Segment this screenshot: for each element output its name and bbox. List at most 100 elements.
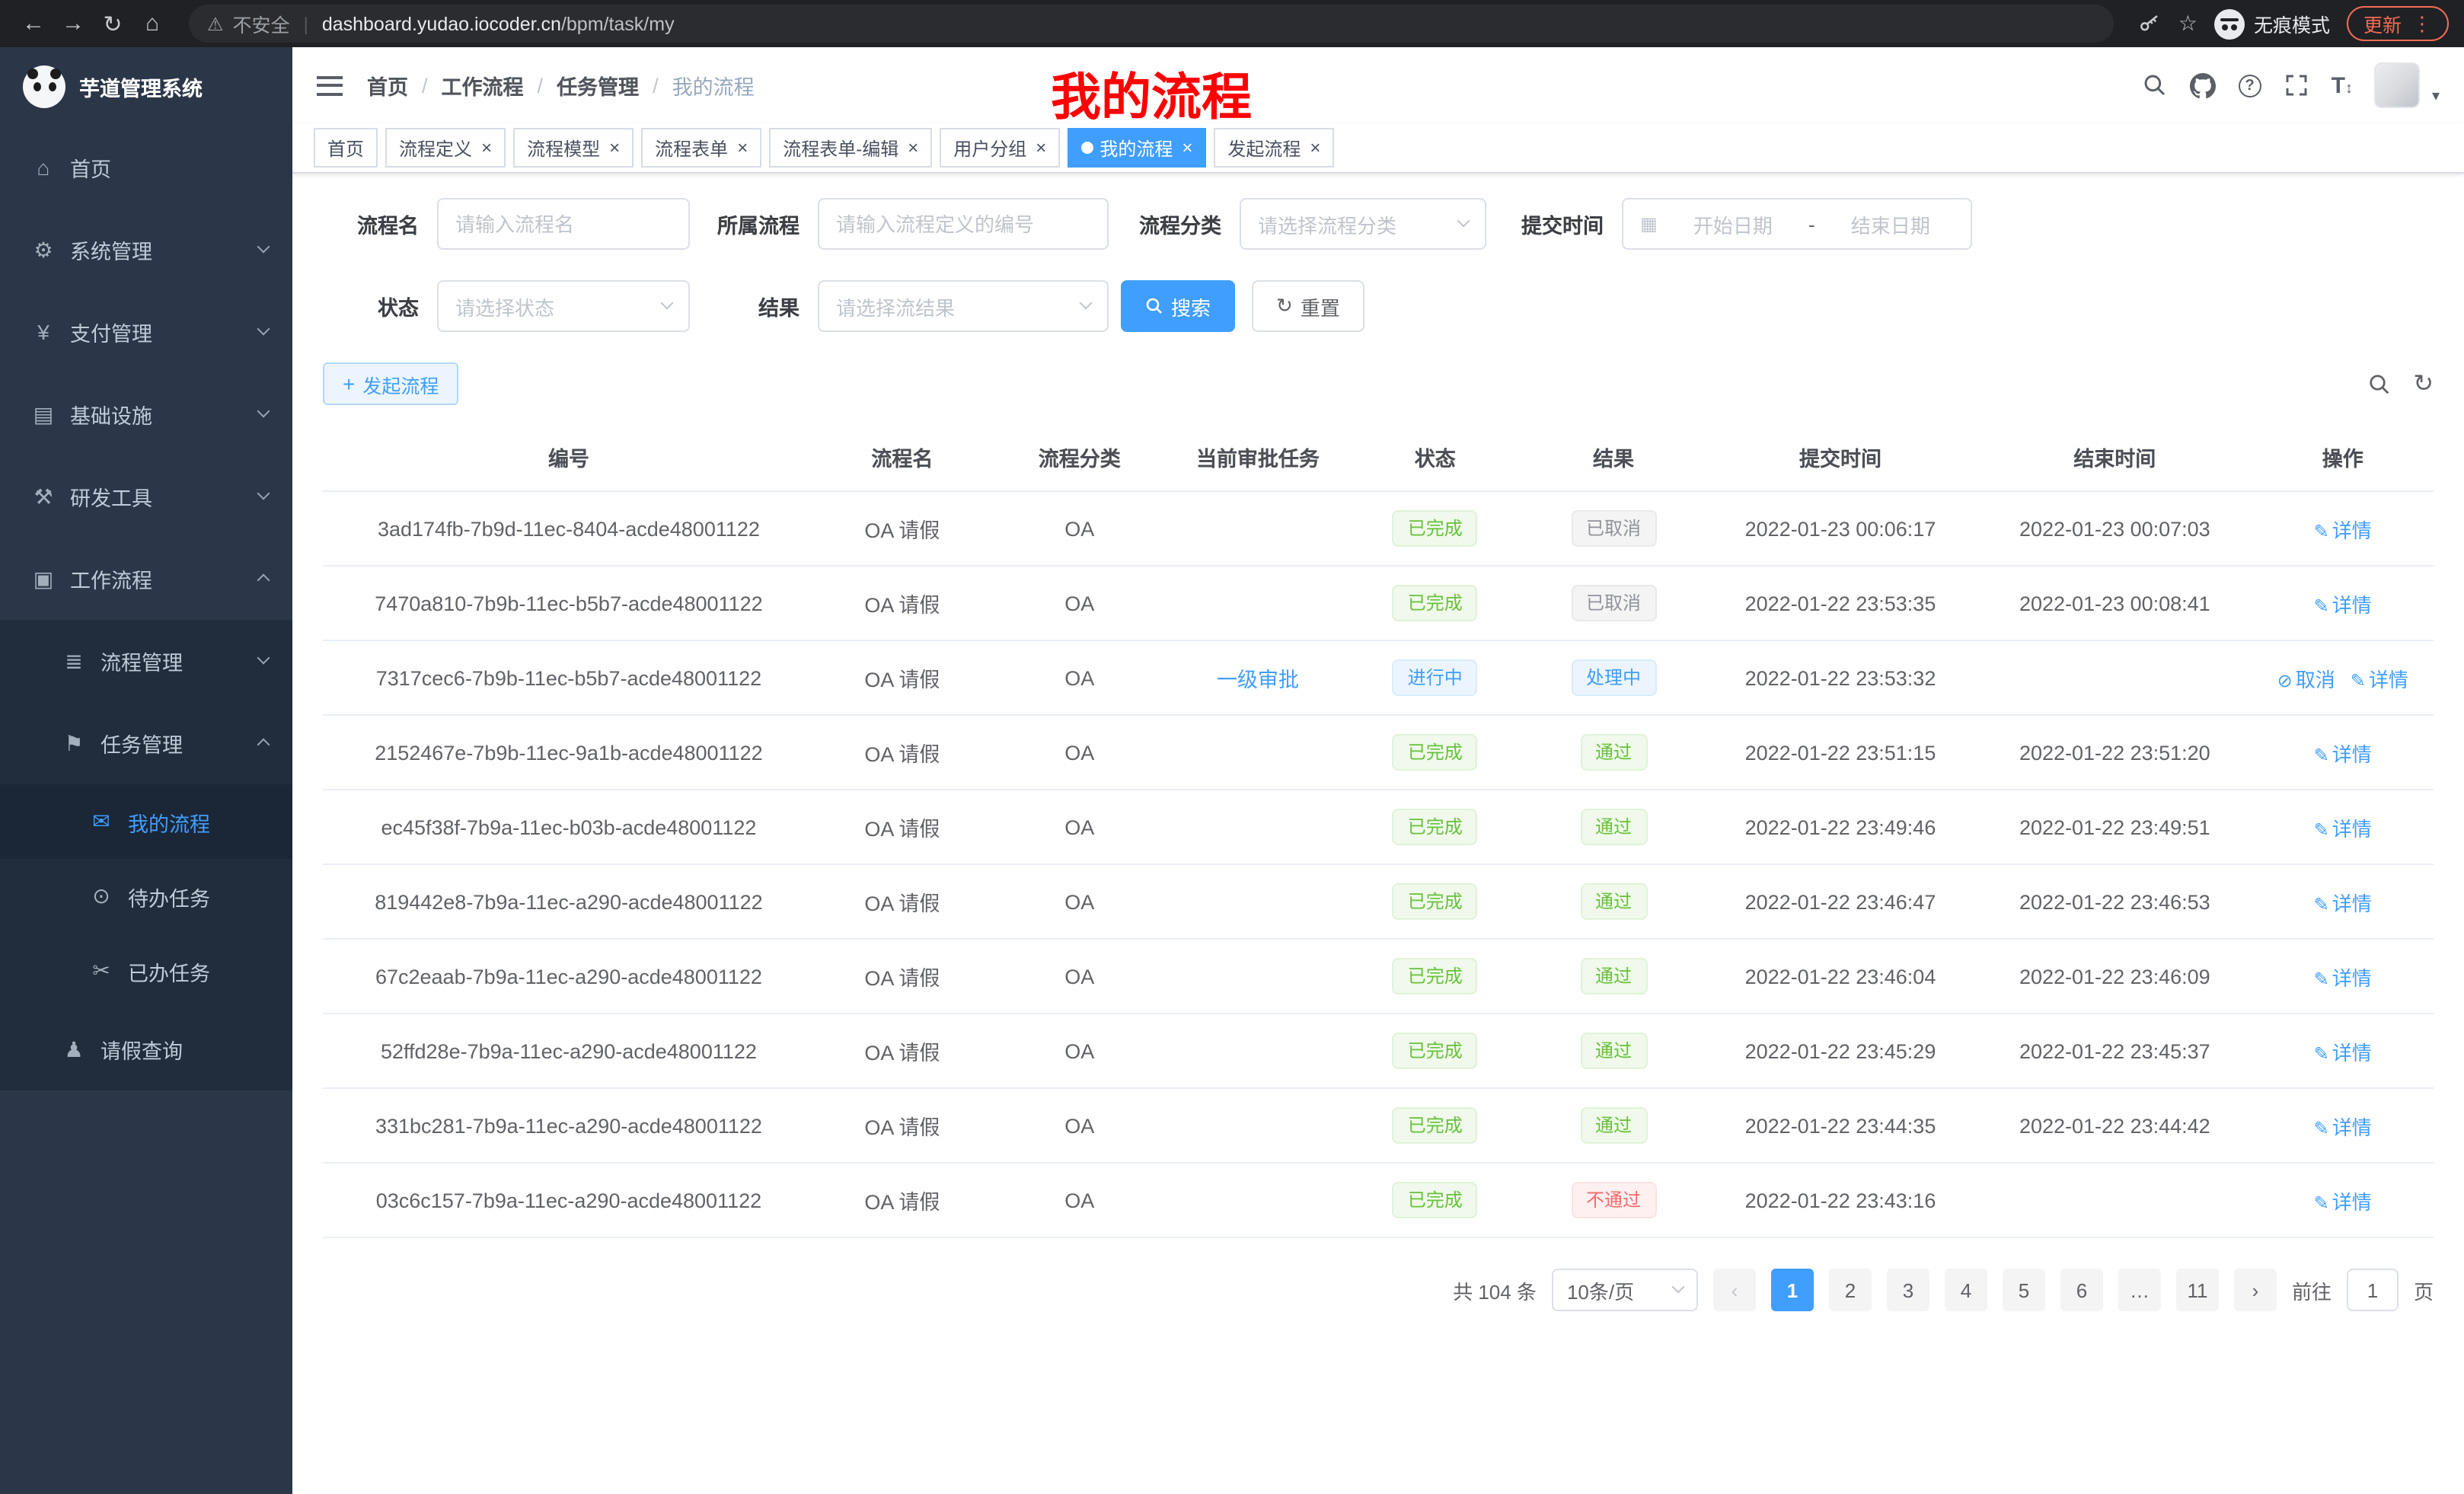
submit-time-range-picker[interactable]: ▦ 开始日期 - 结束日期 bbox=[1622, 198, 1972, 250]
caret-down-icon[interactable]: ▾ bbox=[2432, 88, 2440, 108]
back-icon[interactable]: ← bbox=[15, 11, 52, 37]
cell-category: OA bbox=[990, 864, 1170, 939]
prev-page-button[interactable]: ‹ bbox=[1713, 1269, 1756, 1311]
result-select[interactable]: 请选择流结果 bbox=[818, 280, 1109, 332]
cell-submit-time: 2022-01-22 23:51:15 bbox=[1703, 715, 1977, 790]
github-icon[interactable] bbox=[2190, 72, 2217, 99]
page-button-2[interactable]: 2 bbox=[1829, 1269, 1872, 1311]
sidebar-item-done-tasks[interactable]: ✂已办任务 bbox=[0, 934, 292, 1008]
page-button-11[interactable]: 11 bbox=[2176, 1269, 2219, 1311]
detail-action-link[interactable]: ✎详情 bbox=[2314, 519, 2372, 541]
sidebar-item-todo-tasks[interactable]: ⊙待办任务 bbox=[0, 859, 292, 934]
cell-category: OA bbox=[990, 640, 1170, 715]
close-icon[interactable]: × bbox=[1182, 139, 1192, 157]
create-process-button[interactable]: + 发起流程 bbox=[323, 362, 458, 405]
cell-end-time: 2022-01-22 23:46:09 bbox=[1977, 939, 2252, 1014]
result-badge: 处理中 bbox=[1571, 659, 1656, 696]
breadcrumb-item[interactable]: 任务管理 bbox=[557, 70, 639, 101]
process-name-input[interactable] bbox=[437, 198, 690, 250]
font-size-icon[interactable]: T↕ bbox=[2332, 72, 2353, 98]
tab-process-definition[interactable]: 流程定义× bbox=[385, 128, 506, 168]
tab-start-process[interactable]: 发起流程× bbox=[1214, 128, 1334, 168]
page-button-4[interactable]: 4 bbox=[1945, 1269, 1987, 1311]
cell-end-time: 2022-01-23 00:07:03 bbox=[1977, 491, 2252, 566]
page-button-1[interactable]: 1 bbox=[1771, 1269, 1814, 1311]
sidebar-item-my-process[interactable]: ✉我的流程 bbox=[0, 784, 292, 859]
breadcrumb-item[interactable]: 首页 bbox=[367, 70, 408, 101]
breadcrumb-item[interactable]: 工作流程 bbox=[442, 70, 524, 101]
detail-action-link[interactable]: ✎详情 bbox=[2314, 593, 2372, 616]
process-id-input[interactable] bbox=[818, 198, 1109, 250]
tab-user-group[interactable]: 用户分组× bbox=[940, 128, 1060, 168]
next-page-button[interactable]: › bbox=[2234, 1269, 2277, 1311]
search-button[interactable]: 搜索 bbox=[1121, 280, 1235, 332]
detail-action-link[interactable]: ✎详情 bbox=[2314, 966, 2372, 989]
hamburger-icon[interactable] bbox=[317, 75, 343, 95]
close-icon[interactable]: × bbox=[908, 139, 918, 157]
goto-page-input[interactable] bbox=[2347, 1269, 2399, 1311]
detail-action-link[interactable]: ✎详情 bbox=[2314, 1190, 2372, 1213]
cell-process-name: OA 请假 bbox=[815, 1088, 990, 1163]
page-button-5[interactable]: 5 bbox=[2003, 1269, 2045, 1311]
sidebar-item-workflow[interactable]: ▣工作流程 bbox=[0, 538, 292, 620]
sidebar-item-process-management[interactable]: ≣流程管理 bbox=[0, 620, 292, 702]
browser-home-icon[interactable]: ⌂ bbox=[134, 11, 171, 37]
page-ellipsis[interactable]: … bbox=[2118, 1269, 2161, 1311]
cell-process-name: OA 请假 bbox=[815, 1014, 990, 1088]
app-logo[interactable]: 芋道管理系统 bbox=[0, 47, 292, 126]
tab-process-form-edit[interactable]: 流程表单-编辑× bbox=[769, 128, 932, 168]
close-icon[interactable]: × bbox=[481, 139, 492, 157]
sidebar-item-dev-tools[interactable]: ⚒研发工具 bbox=[0, 455, 292, 538]
password-key-icon[interactable] bbox=[2139, 12, 2162, 35]
tab-process-model[interactable]: 流程模型× bbox=[513, 128, 634, 168]
bookmark-star-icon[interactable]: ☆ bbox=[2178, 11, 2197, 37]
cell-category: OA bbox=[990, 1014, 1170, 1088]
table-refresh-icon[interactable]: ↻ bbox=[2413, 369, 2434, 399]
tab-my-process[interactable]: 我的流程× bbox=[1068, 128, 1206, 168]
close-icon[interactable]: × bbox=[1036, 139, 1046, 157]
browser-menu-icon[interactable]: ⋮ bbox=[2412, 11, 2432, 36]
avatar[interactable] bbox=[2374, 62, 2420, 108]
close-icon[interactable]: × bbox=[737, 139, 748, 157]
chat-icon: ✉ bbox=[88, 809, 114, 835]
update-button[interactable]: 更新 ⋮ bbox=[2347, 6, 2449, 41]
detail-action-link[interactable]: ✎详情 bbox=[2314, 892, 2372, 915]
address-bar[interactable]: ⚠ 不安全 | dashboard.yudao.iocoder.cn/bpm/t… bbox=[189, 5, 2115, 43]
page-button-6[interactable]: 6 bbox=[2060, 1269, 2103, 1311]
close-icon[interactable]: × bbox=[609, 139, 620, 157]
reload-icon[interactable]: ↻ bbox=[94, 10, 131, 37]
fullscreen-icon[interactable] bbox=[2283, 72, 2310, 99]
sidebar-item-label: 首页 bbox=[70, 152, 111, 183]
tab-process-form[interactable]: 流程表单× bbox=[641, 128, 761, 168]
sidebar-item-payment-management[interactable]: ¥支付管理 bbox=[0, 291, 292, 373]
status-select[interactable]: 请选择状态 bbox=[437, 280, 690, 332]
sidebar-item-label: 支付管理 bbox=[70, 317, 152, 347]
search-icon[interactable] bbox=[2141, 72, 2169, 99]
omnibox-divider: | bbox=[304, 13, 308, 34]
detail-action-link[interactable]: ✎详情 bbox=[2314, 1041, 2372, 1064]
current-task-link[interactable]: 一级审批 bbox=[1217, 669, 1299, 691]
close-icon[interactable]: × bbox=[1310, 139, 1320, 157]
detail-action-link[interactable]: ✎详情 bbox=[2314, 1116, 2372, 1138]
sidebar-item-infrastructure[interactable]: ▤基础设施 bbox=[0, 373, 292, 455]
sidebar-item-task-management[interactable]: ⚑任务管理 bbox=[0, 702, 292, 784]
reset-button[interactable]: ↻ 重置 bbox=[1252, 280, 1364, 332]
detail-action-link[interactable]: ✎详情 bbox=[2314, 742, 2372, 765]
cancel-action-link[interactable]: ⊘取消 bbox=[2277, 668, 2335, 691]
detail-action-link[interactable]: ✎详情 bbox=[2351, 668, 2408, 691]
forward-icon[interactable]: → bbox=[55, 11, 91, 37]
page-size-select[interactable]: 10条/页 bbox=[1552, 1269, 1698, 1311]
refresh-icon: ↻ bbox=[1276, 294, 1293, 318]
category-select[interactable]: 请选择流程分类 bbox=[1240, 198, 1486, 250]
tab-home[interactable]: 首页 bbox=[314, 128, 378, 168]
url-text[interactable]: dashboard.yudao.iocoder.cn/bpm/task/my bbox=[322, 13, 675, 34]
sidebar-item-home[interactable]: ⌂首页 bbox=[0, 126, 292, 209]
page-button-3[interactable]: 3 bbox=[1887, 1269, 1929, 1311]
detail-action-link[interactable]: ✎详情 bbox=[2314, 817, 2372, 840]
goto-label: 前往 bbox=[2292, 1275, 2332, 1304]
sidebar-item-leave-query[interactable]: ♟请假查询 bbox=[0, 1008, 292, 1090]
help-icon[interactable]: ? bbox=[2239, 74, 2261, 97]
table-row: 7317cec6-7b9b-11ec-b5b7-acde48001122OA 请… bbox=[323, 640, 2434, 715]
table-search-icon[interactable] bbox=[2367, 372, 2392, 396]
sidebar-item-system-management[interactable]: ⚙系统管理 bbox=[0, 209, 292, 291]
